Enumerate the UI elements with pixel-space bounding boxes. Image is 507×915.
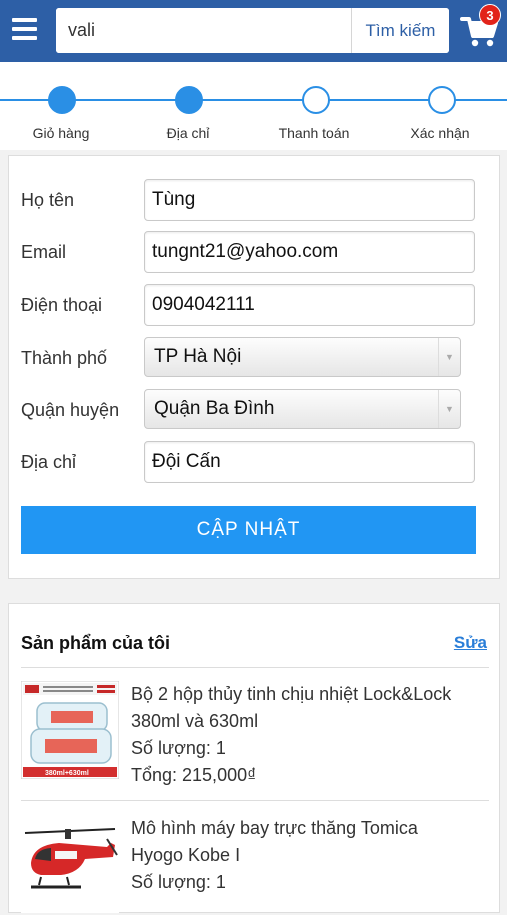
address-label: Địa chỉ [21, 452, 77, 472]
district-label: Quận huyện [21, 400, 120, 420]
glass-container-icon: 380ml+630ml [21, 681, 119, 779]
update-button[interactable]: CẬP NHẬT [21, 506, 476, 554]
my-products-section: Sản phẩm của tôi Sửa 380ml+630ml Bộ 2 hộ… [8, 603, 500, 913]
name-label: Họ tên [21, 190, 75, 210]
menu-icon[interactable] [12, 18, 37, 40]
step-label-payment: Thanh toán [278, 125, 350, 141]
form-row-address: Địa chỉ Đội Cấn [21, 441, 475, 483]
form-row-phone: Điện thoại 0904042111 [21, 284, 475, 326]
step-dot-payment [302, 86, 330, 114]
step-label-confirm: Xác nhận [410, 125, 470, 141]
chevron-down-icon[interactable]: ▼ [438, 338, 460, 376]
form-row-email: Email tungnt21@yahoo.com [21, 231, 475, 273]
form-row-city: Thành phố TP Hà Nội ▼ [21, 337, 475, 379]
product-name-line2: 380ml và 630ml [131, 711, 259, 731]
image-caption: 380ml+630ml [45, 770, 89, 777]
city-select[interactable]: TP Hà Nội ▼ [144, 337, 461, 377]
name-field[interactable]: Tùng [144, 179, 475, 221]
district-select[interactable]: Quận Ba Đình ▼ [144, 389, 461, 429]
search-button[interactable]: Tìm kiếm [351, 8, 449, 53]
form-row-name: Họ tên Tùng [21, 179, 475, 221]
product-item[interactable]: Mô hình máy bay trực thăng Tomica Hyogo … [21, 815, 489, 915]
product-name-line2: Hyogo Kobe I [131, 845, 241, 865]
email-field[interactable]: tungnt21@yahoo.com [144, 231, 475, 273]
divider [21, 800, 489, 801]
cart-count-badge: 3 [479, 4, 501, 26]
city-select-value: TP Hà Nội [154, 346, 242, 367]
edit-link[interactable]: Sửa [454, 633, 487, 653]
product-quantity: Số lượng: 1 [131, 872, 226, 892]
step-label-address[interactable]: Địa chỉ [133, 125, 243, 141]
product-total: Tổng: 215,000₫ [131, 765, 257, 785]
email-label: Email [21, 242, 67, 262]
phone-field[interactable]: 0904042111 [144, 284, 475, 326]
products-title: Sản phẩm của tôi [21, 633, 171, 653]
phone-label: Điện thoại [21, 295, 103, 315]
search-box: Tìm kiếm [56, 8, 449, 53]
step-dot-cart [48, 86, 76, 114]
step-dot-address [175, 86, 203, 114]
product-name-line1: Bộ 2 hộp thủy tinh chịu nhiệt Lock&Lock [131, 684, 452, 704]
checkout-stepper: Giỏ hàng Địa chỉ Thanh toán Xác nhận [0, 62, 507, 150]
product-name-line1: Mô hình máy bay trực thăng Tomica [131, 818, 418, 838]
product-item[interactable]: 380ml+630ml Bộ 2 hộp thủy tinh chịu nhiệ… [21, 681, 489, 791]
step-dot-confirm [428, 86, 456, 114]
top-bar: Tìm kiếm 3 [0, 0, 507, 62]
step-label-cart[interactable]: Giỏ hàng [6, 125, 116, 141]
form-row-district: Quận huyện Quận Ba Đình ▼ [21, 389, 475, 431]
divider [21, 667, 489, 668]
product-quantity: Số lượng: 1 [131, 738, 226, 758]
search-input[interactable] [56, 8, 351, 53]
city-label: Thành phố [21, 348, 108, 368]
address-field[interactable]: Đội Cấn [144, 441, 475, 483]
product-info: Mô hình máy bay trực thăng Tomica Hyogo … [131, 815, 491, 896]
chevron-down-icon[interactable]: ▼ [438, 390, 460, 428]
product-info: Bộ 2 hộp thủy tinh chịu nhiệt Lock&Lock … [131, 681, 491, 789]
district-select-value: Quận Ba Đình [154, 398, 275, 419]
helicopter-icon [21, 815, 119, 913]
address-form: Họ tên Tùng Email tungnt21@yahoo.com Điệ… [8, 155, 500, 579]
